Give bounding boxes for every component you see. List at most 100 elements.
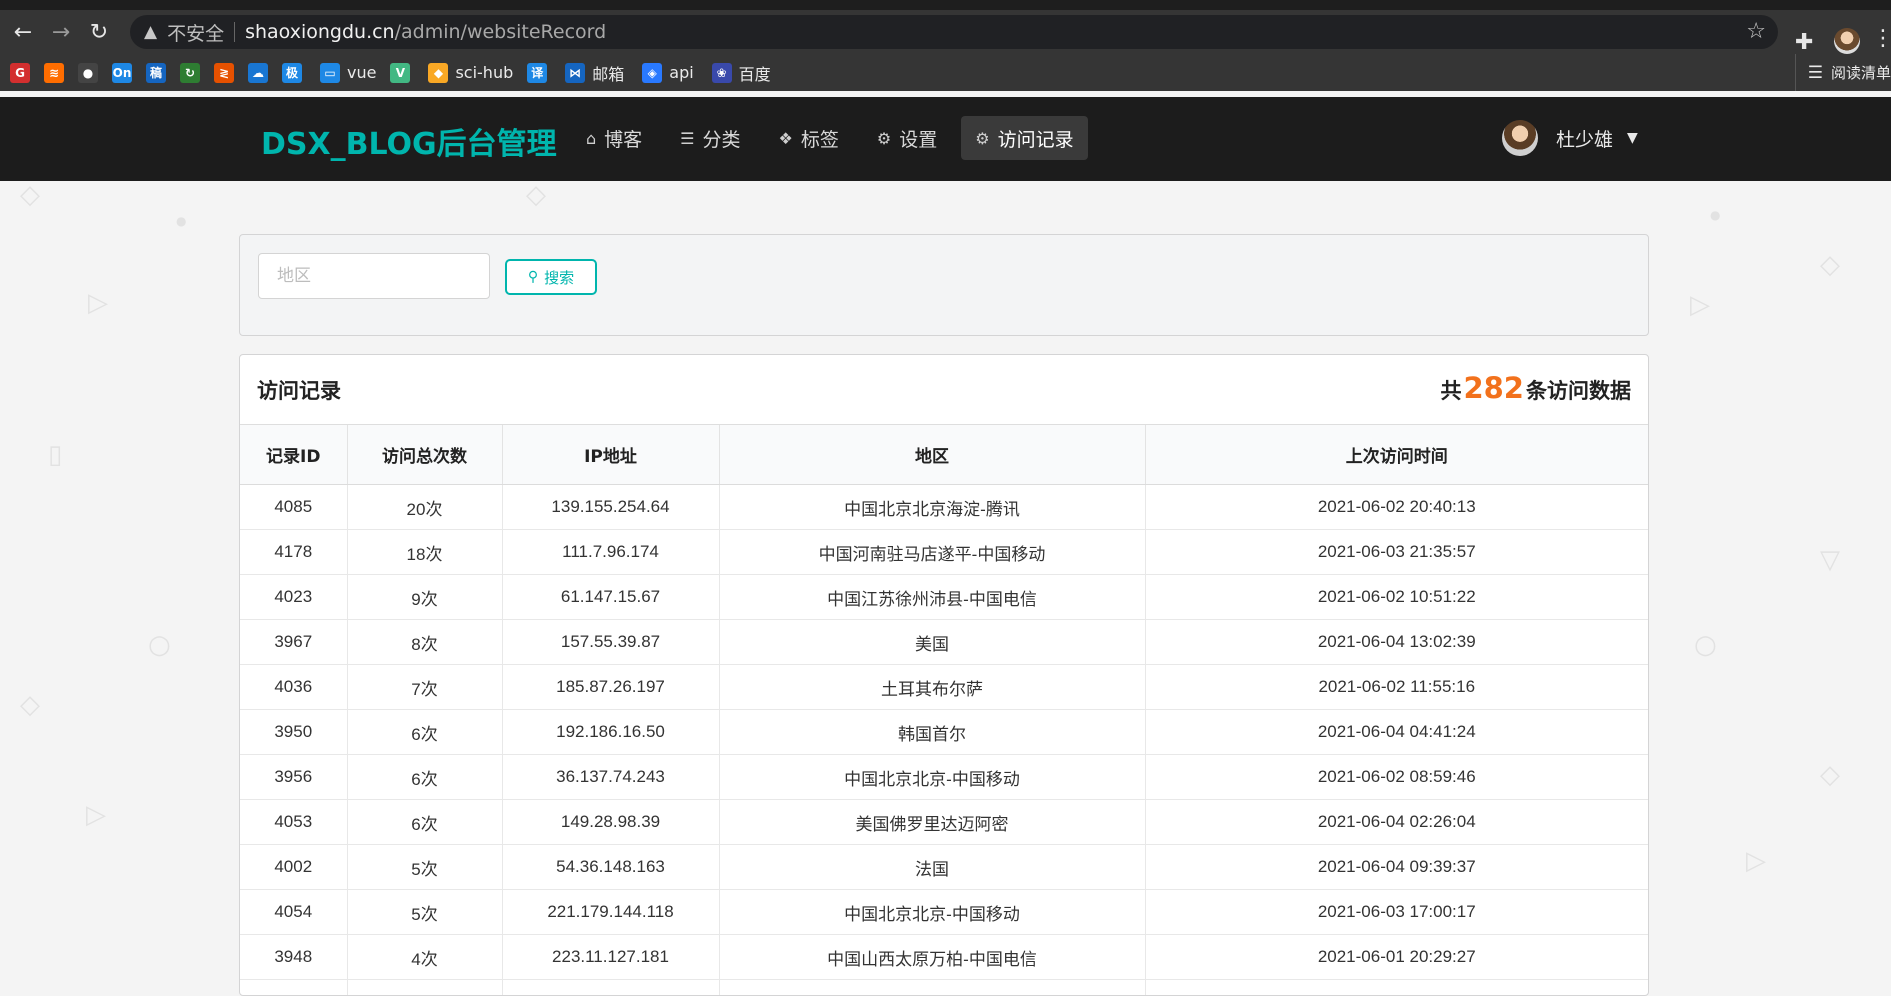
table-cell: 4054 [240, 890, 347, 935]
table-cell: 2021-06-02 10:51:22 [1145, 575, 1648, 620]
search-button[interactable]: ⚲ 搜索 [505, 259, 597, 295]
table-row[interactable]: 40025次54.36.148.163法国2021-06-04 09:39:37 [240, 845, 1648, 890]
bookmark-label: api [669, 63, 693, 82]
table-row[interactable]: 40545次221.179.144.118中国北京北京-中国移动2021-06-… [240, 890, 1648, 935]
table-row[interactable]: 417818次111.7.96.174中国河南驻马店遂平-中国移动2021-06… [240, 530, 1648, 575]
nav-item[interactable]: ☰分类 [666, 116, 754, 160]
search-panel: ⚲ 搜索 [239, 234, 1649, 336]
decor-rect-icon: ▯ [48, 440, 62, 470]
nav-item[interactable]: ⌂博客 [572, 116, 656, 160]
table-cell: 54.36.148.163 [502, 845, 719, 890]
url-path[interactable]: /admin/websiteRecord [395, 21, 607, 43]
user-name: 杜少雄 [1556, 125, 1613, 152]
bookmark-item[interactable]: V [390, 63, 410, 83]
column-header[interactable]: 地区 [719, 425, 1145, 485]
bookmark-star-icon[interactable]: ☆ [1746, 19, 1766, 44]
bookmark-item[interactable]: ● [78, 63, 98, 83]
url-host[interactable]: shaoxiongdu.cn [245, 21, 395, 43]
bookmark-item[interactable]: ◆sci-hub [428, 63, 513, 83]
table-cell: 2021-06-04 02:26:04 [1145, 800, 1648, 845]
forward-icon[interactable]: → [46, 17, 76, 47]
table-cell: 6次 [347, 755, 502, 800]
table-row[interactable]: 39554次183.213.50.54中国江苏-中国移动2021-06-01 2… [240, 980, 1648, 996]
main-menu: ⌂博客☰分类❖标签⚙设置⚙访问记录 [572, 116, 1098, 160]
table-cell: 3956 [240, 755, 347, 800]
table-cell: 111.7.96.174 [502, 530, 719, 575]
table-cell: 中国山西太原万柏-中国电信 [719, 935, 1145, 980]
bookmark-item[interactable]: 稿 [146, 63, 166, 83]
bookmark-icon: ≋ [44, 63, 64, 83]
region-search-input[interactable] [258, 253, 490, 299]
profile-avatar[interactable] [1834, 28, 1860, 54]
table-cell: 美国佛罗里达迈阿密 [719, 800, 1145, 845]
table-row[interactable]: 39484次223.11.127.181中国山西太原万柏-中国电信2021-06… [240, 935, 1648, 980]
table-row[interactable]: 39678次157.55.39.87美国2021-06-04 13:02:39 [240, 620, 1648, 665]
menu-kebab-icon[interactable]: ⋮ [1872, 26, 1891, 51]
table-cell: 4053 [240, 800, 347, 845]
user-dropdown[interactable]: 杜少雄 ▼ [1502, 120, 1638, 156]
bookmark-icon: On [112, 63, 132, 83]
table-header-row: 记录ID访问总次数IP地址地区上次访问时间 [240, 425, 1648, 485]
bookmark-item[interactable]: ↻ [180, 63, 200, 83]
reload-icon[interactable]: ↻ [84, 17, 114, 47]
decor-diamond-icon: ◇ [526, 180, 546, 210]
bookmark-item[interactable]: 译 [527, 63, 547, 83]
user-avatar [1502, 120, 1538, 156]
table-cell: 4002 [240, 845, 347, 890]
bookmark-item[interactable]: G [10, 63, 30, 83]
bookmark-item[interactable]: ≋ [44, 63, 64, 83]
table-cell: 20次 [347, 485, 502, 530]
nav-item-label: 设置 [899, 125, 937, 152]
warning-icon[interactable]: ▲ [144, 22, 157, 42]
decor-triangle-icon: ▷ [88, 288, 108, 318]
table-row[interactable]: 408520次139.155.254.64中国北京北京海淀-腾讯2021-06-… [240, 485, 1648, 530]
decor-diamond-icon: ◇ [20, 180, 40, 210]
bookmark-item[interactable]: ☁ [248, 63, 268, 83]
table-cell: 4085 [240, 485, 347, 530]
nav-item-icon: ⌂ [586, 129, 596, 148]
bookmark-item[interactable]: ▭vue [320, 63, 376, 83]
column-header[interactable]: IP地址 [502, 425, 719, 485]
column-header[interactable]: 记录ID [240, 425, 347, 485]
table-cell: 中国江苏徐州沛县-中国电信 [719, 575, 1145, 620]
records-table: 记录ID访问总次数IP地址地区上次访问时间 408520次139.155.254… [240, 425, 1648, 996]
table-row[interactable]: 39506次192.186.16.50韩国首尔2021-06-04 04:41:… [240, 710, 1648, 755]
bookmark-icon: ≷ [214, 63, 234, 83]
bookmark-item[interactable]: 极 [282, 63, 302, 83]
security-label[interactable]: 不安全 [167, 19, 224, 46]
nav-item[interactable]: ⚙访问记录 [961, 116, 1087, 160]
table-cell: 4036 [240, 665, 347, 710]
bookmark-item[interactable]: ◈api [642, 63, 693, 83]
table-cell: 9次 [347, 575, 502, 620]
nav-item[interactable]: ⚙设置 [863, 116, 951, 160]
bookmark-icon: ◆ [428, 63, 448, 83]
table-cell: 中国北京北京-中国移动 [719, 890, 1145, 935]
records-title: 访问记录 [257, 375, 341, 405]
bookmark-icon: ↻ [180, 63, 200, 83]
bookmark-item[interactable]: On [112, 63, 132, 83]
brand-logo[interactable]: DSX_BLOG后台管理 [261, 119, 557, 163]
bookmark-item[interactable]: ⋈邮箱 [565, 61, 624, 85]
back-icon[interactable]: ← [8, 17, 38, 47]
table-cell: 2021-06-04 04:41:24 [1145, 710, 1648, 755]
table-row[interactable]: 40239次61.147.15.67中国江苏徐州沛县-中国电信2021-06-0… [240, 575, 1648, 620]
records-panel: 访问记录 共 282 条访问数据 记录ID访问总次数IP地址地区上次访问时间 4… [239, 354, 1649, 996]
table-cell: 2021-06-01 20:29:27 [1145, 935, 1648, 980]
table-row[interactable]: 39566次36.137.74.243中国北京北京-中国移动2021-06-02… [240, 755, 1648, 800]
bookmark-item[interactable]: ≷ [214, 63, 234, 83]
bookmark-icon: V [390, 63, 410, 83]
bookmark-icon: ☁ [248, 63, 268, 83]
table-row[interactable]: 40367次185.87.26.197土耳其布尔萨2021-06-02 11:5… [240, 665, 1648, 710]
table-cell: 4次 [347, 935, 502, 980]
table-row[interactable]: 40536次149.28.98.39美国佛罗里达迈阿密2021-06-04 02… [240, 800, 1648, 845]
nav-item[interactable]: ❖标签 [765, 116, 853, 160]
reading-list-button[interactable]: ☰ 阅读清单 [1795, 54, 1891, 91]
bookmark-item[interactable]: ❀百度 [712, 61, 771, 85]
extensions-puzzle-icon[interactable]: ✚ [1795, 30, 1813, 55]
table-cell: 2021-06-02 11:55:16 [1145, 665, 1648, 710]
decor-diamond-icon: ◇ [20, 690, 40, 720]
records-header: 访问记录 共 282 条访问数据 [240, 355, 1648, 425]
address-bar[interactable]: ▲ 不安全 shaoxiongdu.cn /admin/websiteRecor… [130, 15, 1778, 49]
column-header[interactable]: 访问总次数 [347, 425, 502, 485]
column-header[interactable]: 上次访问时间 [1145, 425, 1648, 485]
